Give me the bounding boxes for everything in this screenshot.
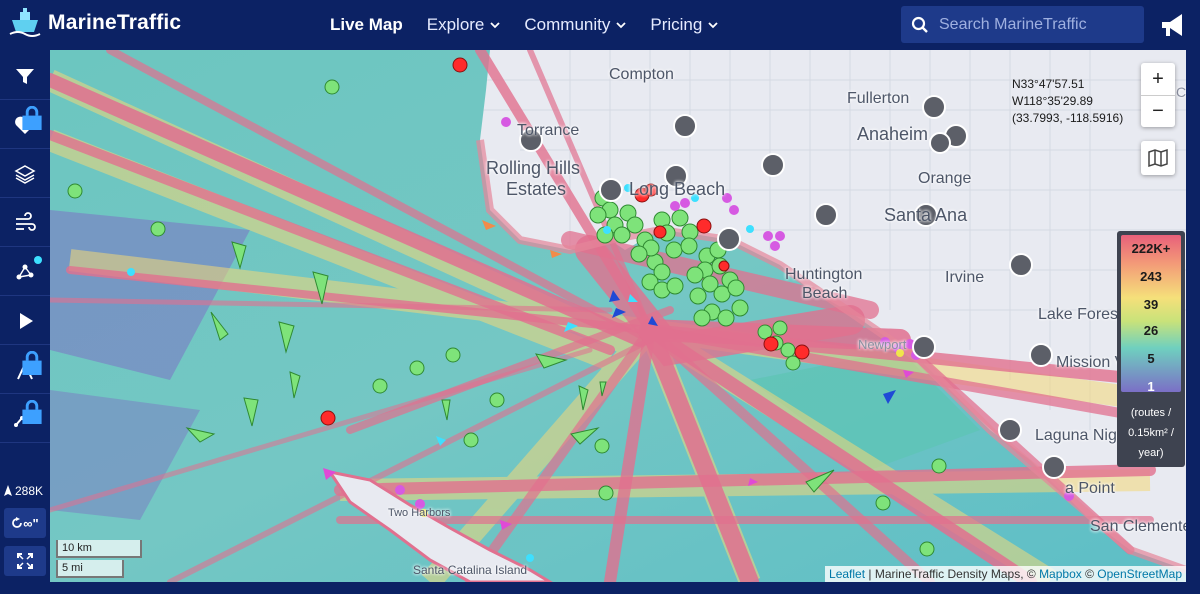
mapbox-link[interactable]: Mapbox [1039,567,1082,581]
megaphone-icon[interactable] [1158,10,1188,40]
place-label: Estates [506,179,567,199]
place-label: Santa Ana [884,205,968,225]
cursor-coordinates: N33°47'57.51 W118°35'29.89 (33.7993, -11… [1012,76,1123,127]
layers-icon [14,164,36,184]
map-attribution: Leaflet | MarineTraffic Density Maps, © … [825,566,1186,582]
place-label: Lake Forest [1038,306,1123,323]
vessel-count: 288K [3,484,43,498]
expand-icon [17,553,33,569]
search-icon [911,16,928,33]
nav-pricing-label: Pricing [650,15,703,34]
chevron-down-icon [708,22,718,29]
weather-button[interactable] [0,199,50,247]
decimal-coords: (33.7993, -118.5916) [1012,111,1124,125]
place-label: Mission V [1056,354,1126,371]
place-label: Huntington [785,266,863,283]
legend-unit-line: 0.15km² / [1128,427,1174,439]
attribution-text: | MarineTraffic Density Maps, © [865,567,1040,581]
place-label: Torrance [517,122,580,139]
layers-button[interactable] [0,150,50,198]
ship-icon [4,485,12,496]
favorites-button[interactable] [0,101,50,149]
longitude: W118°35'29.89 [1012,94,1093,108]
place-label: Cov [1176,84,1186,100]
nav-community[interactable]: Community [524,15,626,35]
search-input[interactable] [939,15,1139,34]
place-label: Two Harbors [388,507,451,519]
legend-label: 243 [1140,269,1162,284]
legend-label: 1 [1147,379,1155,394]
lock-icon [22,351,42,375]
scale-km: 10 km [56,540,142,558]
filter-icon [16,68,34,84]
legend-label: 222K+ [1131,241,1171,256]
place-label: Long Beach [629,179,726,199]
lock-icon [22,106,42,130]
wind-icon [16,211,36,231]
top-navbar: MarineTraffic Live Map Explore Community… [0,0,1200,50]
place-label: Santa Catalina Island [413,563,528,577]
place-label: Irvine [945,269,985,286]
attribution-sep: © [1081,567,1098,581]
nav-live-map[interactable]: Live Map [330,15,403,35]
brand-name: MarineTraffic [48,11,182,34]
playback-button[interactable] [0,297,50,345]
place-label: Beach [802,285,848,302]
fullscreen-button[interactable] [4,546,46,576]
nav-pricing[interactable]: Pricing [650,15,718,35]
scale-mi: 5 mi [56,560,124,578]
main-nav: Live Map Explore Community Pricing [330,0,718,50]
chevron-down-icon [490,22,501,29]
legend-label: 26 [1143,323,1159,338]
chevron-down-icon [616,22,626,29]
place-label: a Point [1065,480,1115,497]
vessel-count-value: 288K [15,484,44,498]
nav-live-map-label: Live Map [330,15,403,34]
network-button[interactable] [0,248,50,296]
ship-logo-icon [9,8,41,37]
place-label: Fullerton [847,90,910,107]
left-toolbar: 288K ∞" [0,50,50,594]
loop-label: ∞" [23,515,39,531]
map-icon [1148,148,1168,168]
place-label: Anaheim [857,124,929,144]
route-button[interactable] [0,395,50,443]
map-canvas[interactable]: Compton Fullerton Anaheim Torrance Rolli… [50,50,1186,582]
legend-label: 39 [1143,297,1159,312]
osm-link[interactable]: OpenStreetMap [1097,567,1182,581]
zoom-in-button[interactable]: + [1141,63,1175,95]
filter-button[interactable] [0,52,50,100]
nav-community-label: Community [524,15,611,34]
nav-explore-label: Explore [426,15,485,34]
place-label: Newport [858,337,907,352]
search-box [901,6,1144,43]
legend-unit-line: (routes / [1130,407,1172,419]
legend-unit-line: year) [1138,447,1164,459]
density-map [50,50,1186,582]
measure-button[interactable] [0,346,50,394]
legend-gradient [1121,235,1181,392]
refresh-icon [12,517,23,528]
legend-unit: (routes / 0.15km² / year) [1121,403,1181,463]
network-icon [16,264,34,279]
map-style-button[interactable] [1141,141,1175,175]
legend-label: 5 [1147,351,1155,366]
notification-dot [34,256,42,264]
right-edge [1186,50,1200,594]
place-label: San Clemente [1090,518,1186,535]
play-icon [20,312,33,329]
logo[interactable]: MarineTraffic [8,6,181,40]
place-label: Compton [609,66,674,83]
zoom-control: + − [1141,63,1175,127]
bottom-edge [0,582,1200,594]
leaflet-link[interactable]: Leaflet [829,567,865,581]
place-label: Orange [918,170,972,187]
density-legend: 222K+ 243 39 26 5 1 (routes / 0.15km² / … [1117,231,1185,467]
place-label: Rolling Hills [486,158,581,178]
zoom-out-button[interactable]: − [1141,95,1175,127]
refresh-loop-button[interactable]: ∞" [4,508,46,538]
nav-explore[interactable]: Explore [427,15,501,35]
lock-icon [22,400,42,424]
latitude: N33°47'57.51 [1012,77,1085,91]
